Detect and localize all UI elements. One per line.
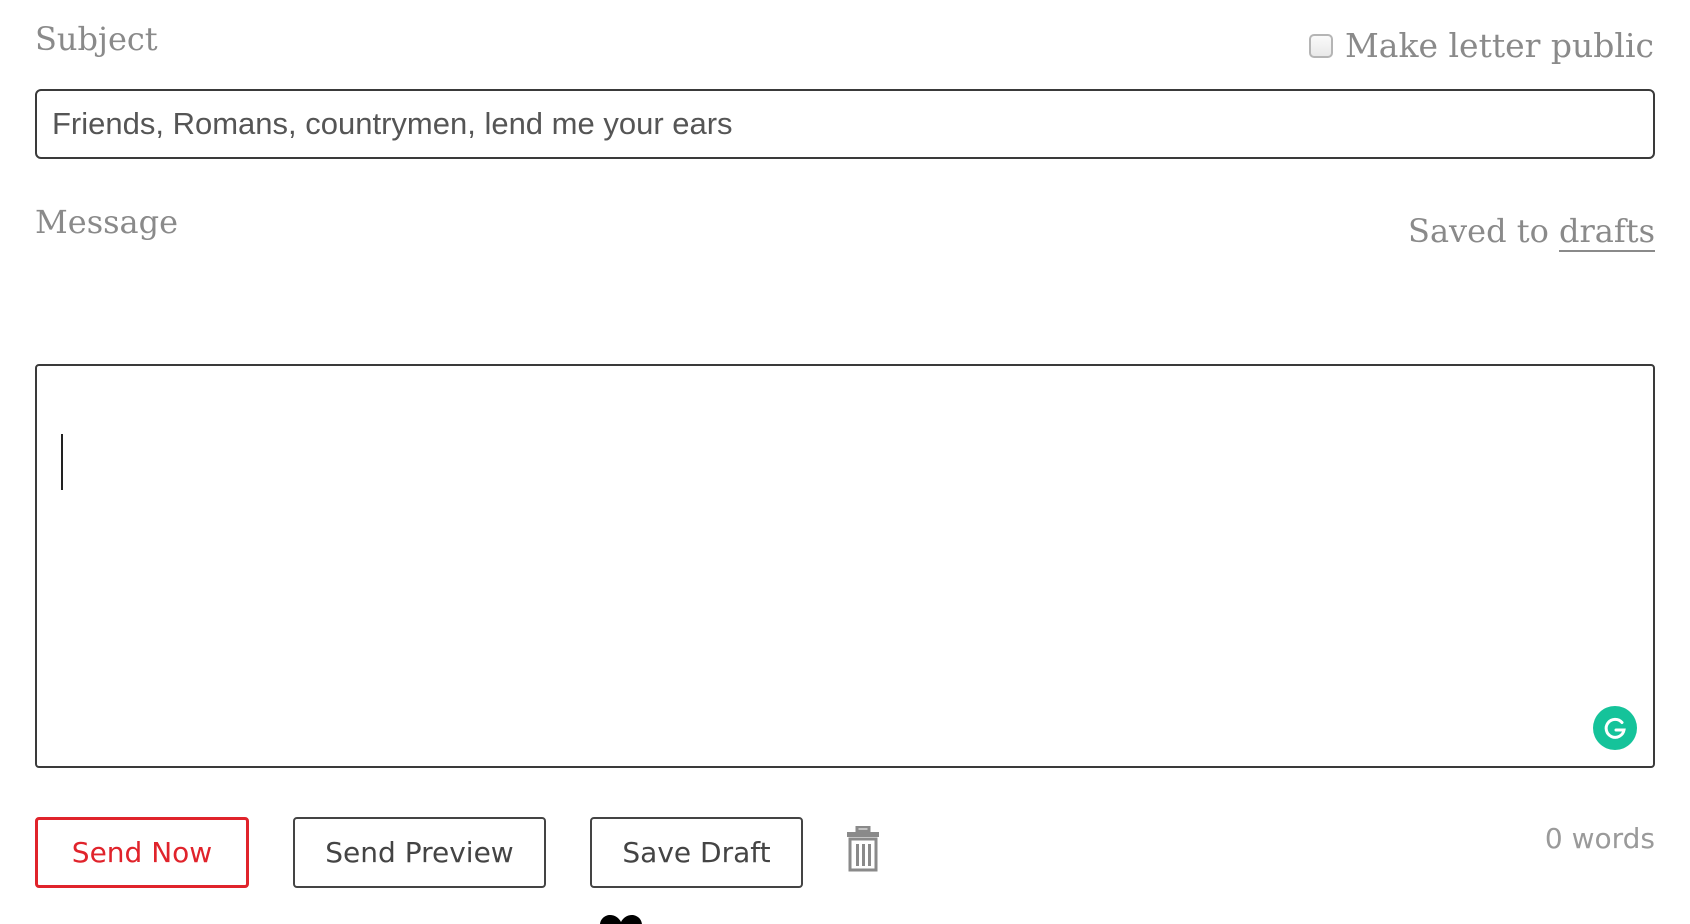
make-public-label[interactable]: Make letter public — [1345, 26, 1654, 65]
make-public-checkbox[interactable] — [1309, 33, 1334, 58]
subject-input[interactable] — [35, 89, 1655, 159]
make-public-option[interactable]: Make letter public — [1309, 26, 1654, 65]
text-caret — [61, 434, 63, 490]
drafts-link[interactable]: drafts — [1559, 212, 1655, 252]
grammarly-icon[interactable] — [1593, 706, 1637, 750]
send-now-button[interactable]: Send Now — [35, 817, 249, 888]
save-status-prefix: Saved to — [1408, 212, 1560, 250]
word-count: 0 words — [1544, 822, 1655, 855]
grammarly-g-glyph — [1604, 717, 1626, 739]
save-status: Saved to drafts — [1408, 212, 1655, 252]
save-draft-button[interactable]: Save Draft — [590, 817, 803, 888]
send-preview-button[interactable]: Send Preview — [293, 817, 546, 888]
trash-icon[interactable] — [845, 825, 881, 872]
heart-icon — [598, 914, 644, 924]
message-editor[interactable] — [35, 364, 1655, 768]
message-label: Message — [35, 203, 179, 241]
subject-label: Subject — [35, 20, 158, 58]
